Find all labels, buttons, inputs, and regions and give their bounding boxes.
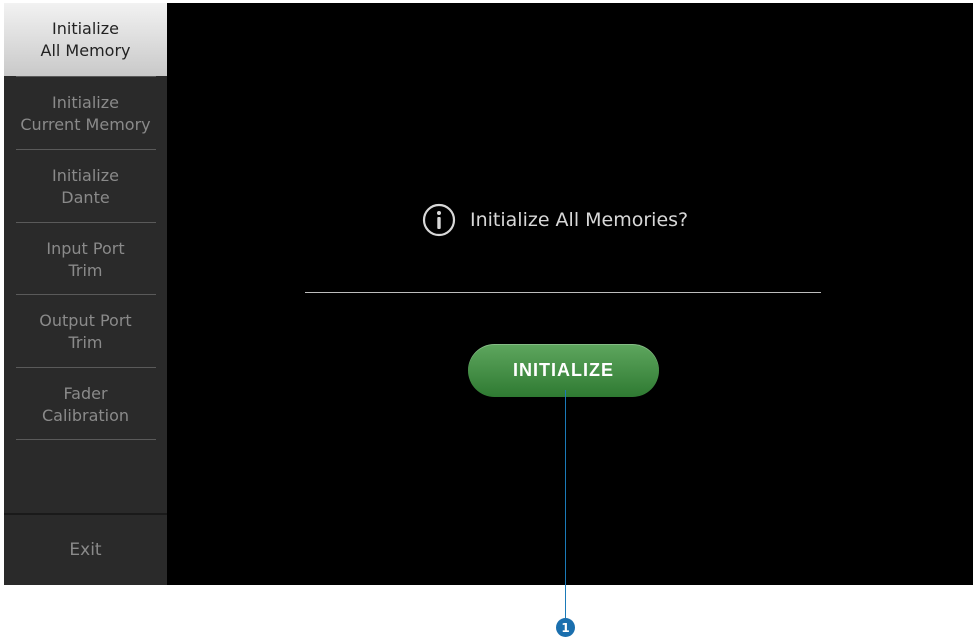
sidebar-divider [16, 439, 156, 440]
dialog-message: Initialize All Memories? [470, 209, 689, 231]
initialize-button[interactable]: INITIALIZE [468, 344, 659, 397]
exit-button[interactable]: Exit [4, 513, 167, 585]
info-icon [422, 203, 456, 237]
sidebar: Initialize All Memory Initialize Current… [4, 3, 167, 585]
sidebar-item-initialize-dante[interactable]: Initialize Dante [4, 150, 167, 223]
sidebar-item-output-port-trim[interactable]: Output Port Trim [4, 295, 167, 368]
sidebar-item-label: Initialize Dante [52, 165, 119, 207]
sidebar-item-initialize-all-memory[interactable]: Initialize All Memory [4, 3, 167, 76]
sidebar-item-label: Input Port Trim [46, 238, 125, 280]
sidebar-item-input-port-trim[interactable]: Input Port Trim [4, 223, 167, 296]
dialog-message-row: Initialize All Memories? [422, 200, 688, 240]
callout-leader-line [565, 390, 566, 618]
device-screen: Initialize All Memory Initialize Current… [4, 3, 973, 585]
sidebar-item-label: Fader Calibration [41, 383, 130, 425]
callout-badge: 1 [556, 618, 575, 637]
dialog-divider [305, 292, 821, 293]
sidebar-item-fader-calibration[interactable]: Fader Calibration [4, 368, 167, 441]
sidebar-item-initialize-current-memory[interactable]: Initialize Current Memory [4, 77, 167, 150]
sidebar-item-label: Initialize Current Memory [20, 92, 151, 134]
sidebar-item-label: Initialize All Memory [40, 18, 131, 60]
sidebar-item-label: Output Port Trim [39, 310, 132, 352]
sidebar-empty-area [4, 443, 167, 511]
